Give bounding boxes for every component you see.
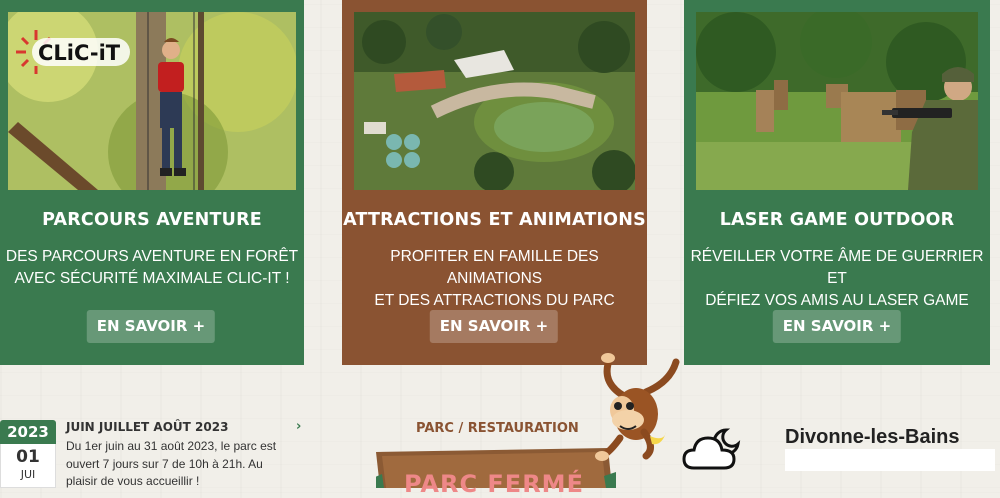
laser-field-illustration — [696, 12, 978, 190]
chevron-right-icon[interactable]: › — [296, 419, 301, 434]
weather-details — [785, 449, 995, 471]
card-description: RÉVEILLER VOTRE ÂME DE GUERRIER ET DÉFIE… — [690, 248, 984, 309]
news-date-bottom: 01 JUI — [0, 444, 56, 488]
parc-restauration-label: PARC / RESTAURATION — [416, 421, 579, 436]
en-savoir-plus-button[interactable]: EN SAVOIR + — [86, 310, 216, 343]
card-title: PARCOURS AVENTURE — [42, 210, 262, 230]
monkey-mascot — [580, 352, 682, 462]
card-description: DES PARCOURS AVENTURE EN FORÊT AVEC SÉCU… — [5, 248, 299, 287]
news-body: Du 1er juin au 31 août 2023, le parc est… — [66, 439, 277, 488]
card-description: PROFITER EN FAMILLE DES ANIMATIONS ET DE… — [374, 248, 615, 309]
clic-it-logo: CLiC-iT — [14, 26, 134, 86]
news-year: 2023 — [0, 420, 56, 444]
clic-it-logo-text: CLiC-iT — [38, 41, 121, 65]
attractions-photo — [354, 12, 635, 190]
news-title[interactable]: JUIN JUILLET AOÛT 2023 — [66, 420, 228, 434]
card-title: ATTRACTIONS ET ANIMATIONS — [343, 210, 646, 230]
card-laser-game: LASER GAME OUTDOOR RÉVEILLER VOTRE ÂME D… — [684, 0, 990, 365]
weather-city: Divonne-les-Bains — [785, 426, 960, 448]
card-title: LASER GAME OUTDOOR — [719, 210, 955, 230]
card-parcours-aventure: CLiC-iT PARCOURS AVENTURE DES PARCOURS A… — [0, 0, 304, 365]
park-aerial-illustration — [354, 12, 635, 190]
en-savoir-plus-button[interactable]: EN SAVOIR + — [772, 310, 902, 343]
news-date-badge: 2023 01 JUI — [0, 420, 56, 488]
laser-game-photo — [696, 12, 978, 190]
card-attractions-animations: ATTRACTIONS ET ANIMATIONS PROFITER EN FA… — [342, 0, 647, 365]
parc-status-text: PARC FERMÉ — [404, 470, 584, 498]
cloud-moon-icon — [682, 424, 746, 474]
news-day: 01 — [16, 447, 40, 467]
news-month: JUI — [20, 468, 36, 481]
en-savoir-plus-button[interactable]: EN SAVOIR + — [429, 310, 559, 343]
